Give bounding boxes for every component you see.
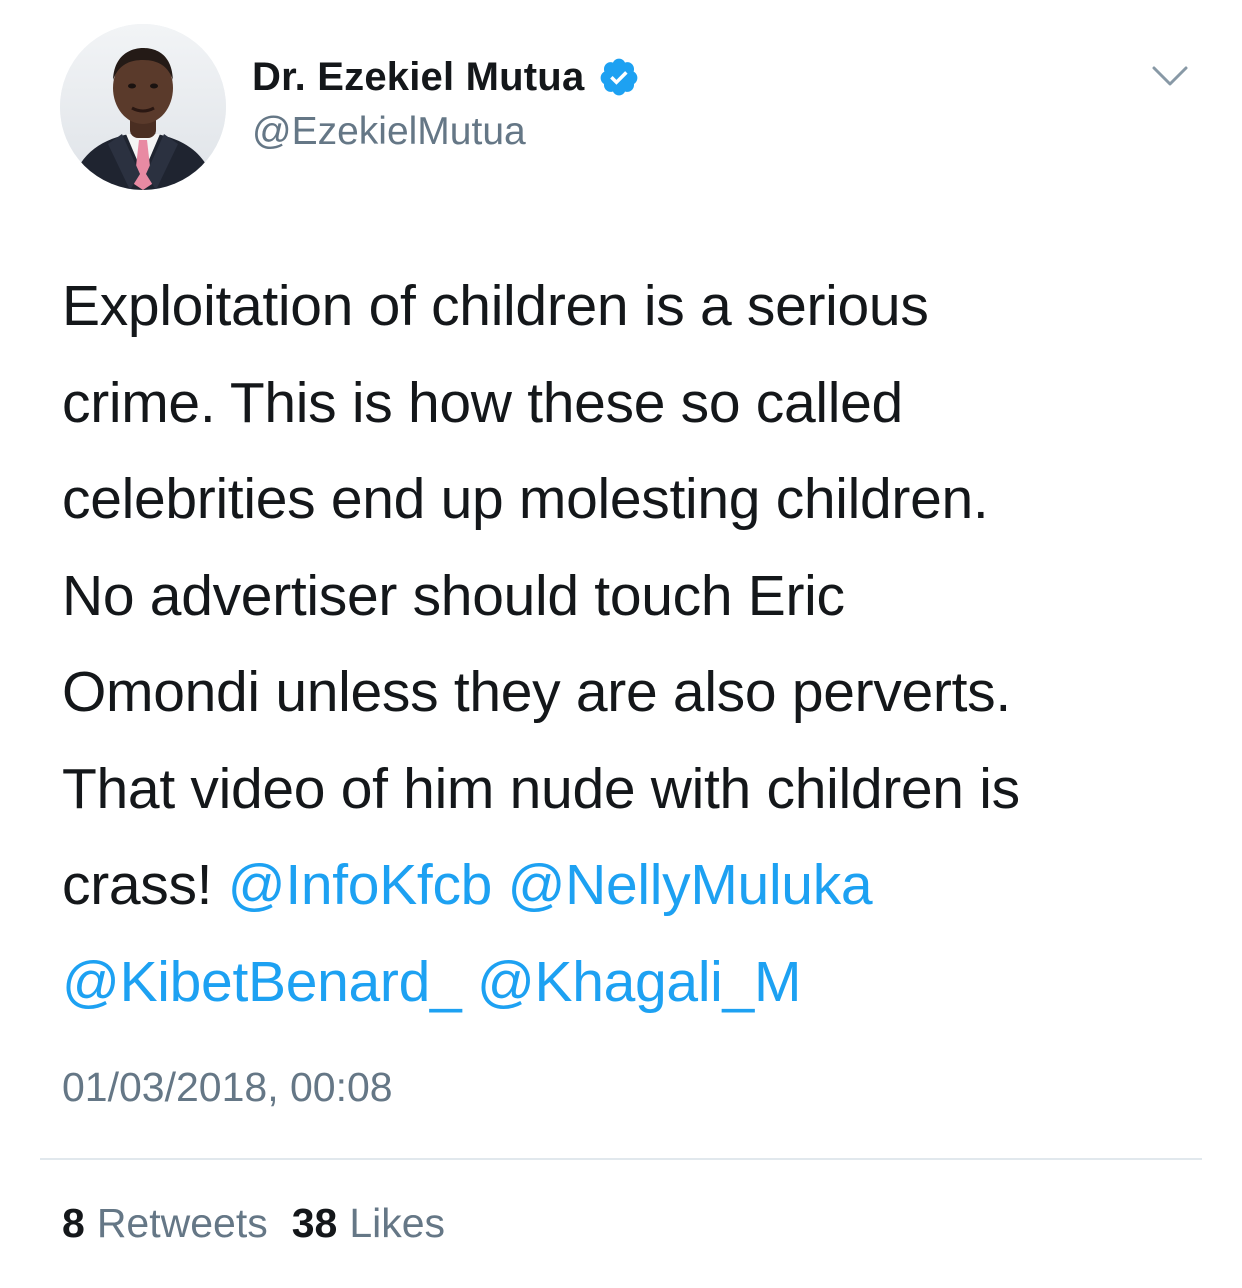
verified-badge-icon [598, 56, 640, 98]
tweet-line: No advertiser should touch Eric [62, 563, 845, 628]
likes-stat[interactable]: 38 Likes [292, 1200, 445, 1247]
tweet-line: crime. This is how these so called [62, 370, 903, 435]
retweets-count: 8 [62, 1200, 85, 1246]
chevron-down-icon[interactable] [1150, 62, 1190, 90]
tweet-line: Exploitation of children is a serious [62, 274, 929, 338]
tweet-line: @KibetBenard_ @Khagali_M [62, 934, 1192, 1031]
author-display-name[interactable]: Dr. Ezekiel Mutua [252, 55, 584, 100]
retweets-label: Retweets [96, 1200, 268, 1246]
tweet-card: Dr. Ezekiel Mutua @EzekielMutua Exploita… [0, 0, 1242, 1288]
author-handle[interactable]: @EzekielMutua [252, 110, 526, 154]
tweet-line: That video of him nude with children is [62, 756, 1020, 821]
retweets-stat[interactable]: 8 Retweets [62, 1200, 268, 1247]
profile-photo [60, 24, 226, 190]
tweet-timestamp[interactable]: 01/03/2018, 00:08 [62, 1064, 393, 1111]
likes-label: Likes [349, 1200, 446, 1246]
avatar[interactable] [60, 24, 226, 190]
tweet-text: Exploitation of children is a serious cr… [62, 258, 1192, 1030]
mention-link-kibetbenard[interactable]: @KibetBenard_ [62, 950, 462, 1014]
tweet-line-text: crass! [62, 853, 213, 917]
author-name-row: Dr. Ezekiel Mutua [252, 52, 640, 102]
tweet-line: celebrities end up molesting children. [62, 467, 989, 531]
mention-link-nellymuluka[interactable]: @NellyMuluka [508, 853, 873, 917]
tweet-line: Omondi unless they are also perverts. [62, 660, 1011, 724]
tweet-stats: 8 Retweets 38 Likes [62, 1200, 469, 1247]
divider [40, 1158, 1202, 1160]
mention-link-khagali[interactable]: @Khagali_M [477, 950, 802, 1014]
likes-count: 38 [291, 1200, 338, 1246]
mention-link-infokfcb[interactable]: @InfoKfcb [228, 853, 493, 917]
tweet-line: crass! @InfoKfcb @NellyMuluka [62, 837, 1192, 934]
